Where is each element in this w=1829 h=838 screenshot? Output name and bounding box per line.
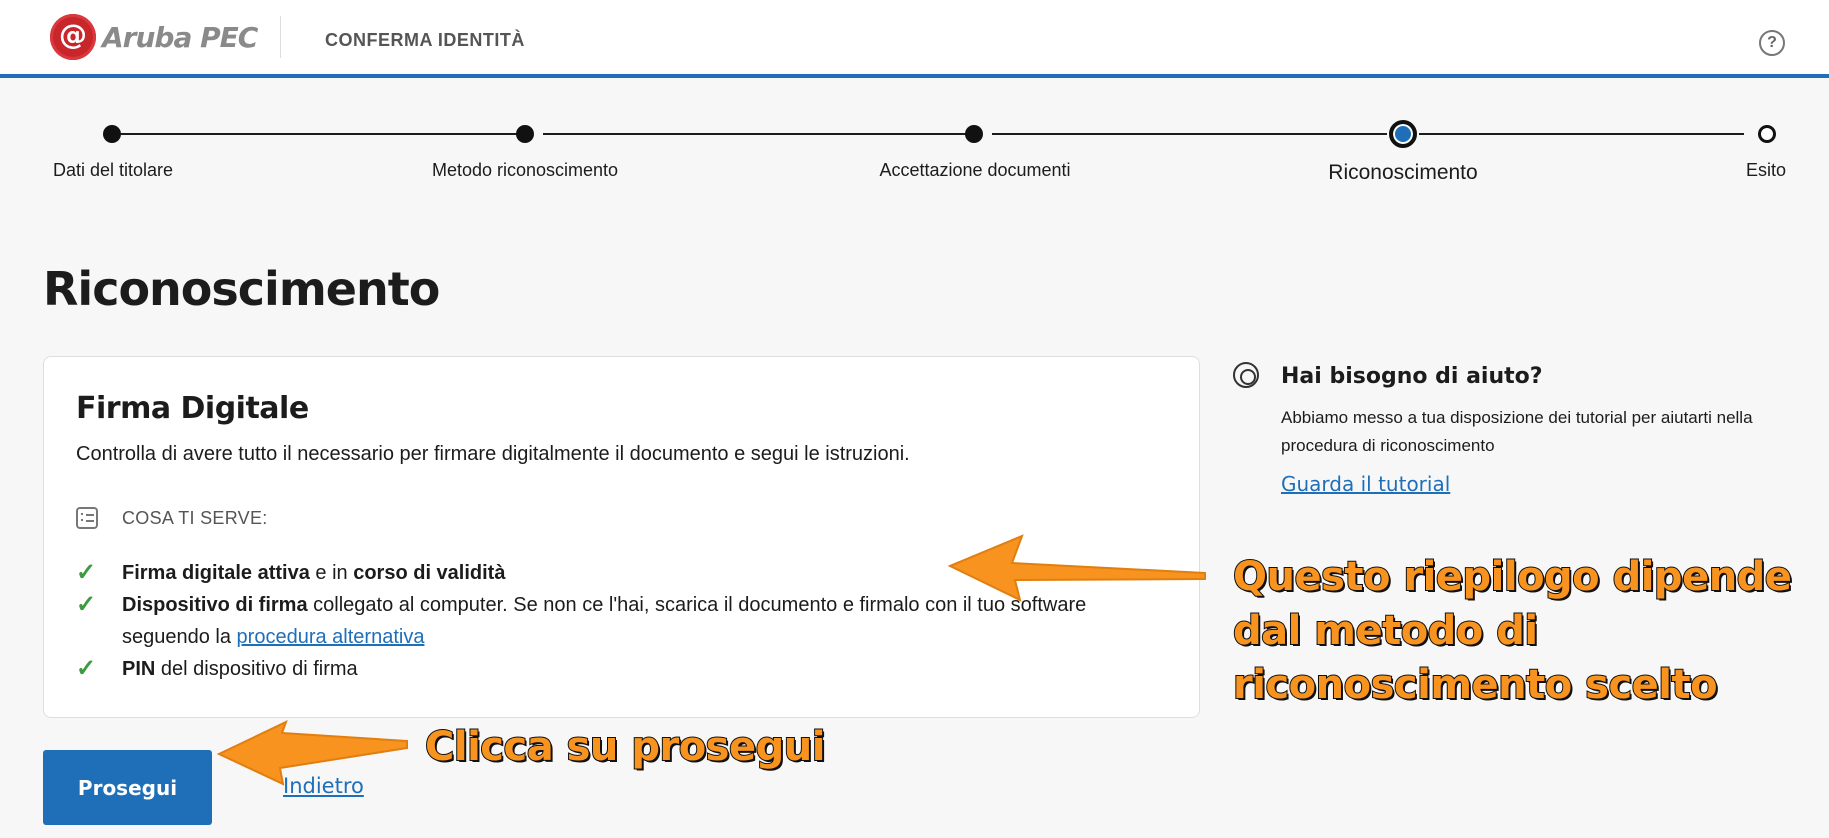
step-label: Esito (1745, 160, 1787, 180)
step-dot-done (516, 125, 534, 143)
step-connector (992, 133, 1387, 135)
needs-header: COSA TI SERVE: (76, 507, 268, 529)
needs-label: COSA TI SERVE: (122, 507, 268, 528)
requirement-text: PIN del dispositivo di firma (122, 658, 358, 680)
header-divider (280, 16, 281, 58)
requirement-item: ✓ PIN del dispositivo di firma (76, 653, 1172, 685)
back-link[interactable]: Indietro (283, 774, 364, 798)
step-label: Accettazione documenti (879, 160, 1071, 180)
annotation-continue-note: Clicca su prosegui (424, 723, 826, 771)
logo-text: Aruba PEC (102, 20, 258, 54)
requirement-text: Dispositivo di firma collegato al comput… (122, 594, 1087, 648)
annotation-summary-note: Questo riepilogo dipende dal metodo di r… (1232, 553, 1793, 709)
step-label: Metodo riconoscimento (431, 160, 619, 180)
continue-button[interactable]: Prosegui (43, 750, 212, 825)
header-title: CONFERMA IDENTITÀ (325, 30, 525, 50)
step-connector (121, 133, 518, 135)
app-header: @ Aruba PEC CONFERMA IDENTITÀ ? (0, 0, 1829, 78)
check-icon: ✓ (76, 591, 97, 618)
requirement-item: ✓ Dispositivo di firma collegato al comp… (76, 589, 1172, 653)
card-description: Controlla di avere tutto il necessario p… (76, 443, 910, 465)
requirement-text: Firma digitale attiva e in corso di vali… (122, 562, 506, 584)
tutorial-link[interactable]: Guarda il tutorial (1281, 472, 1450, 496)
step-dot-current (1389, 120, 1417, 148)
checklist-icon (76, 507, 98, 529)
step-dot-done (965, 125, 983, 143)
alternative-procedure-link[interactable]: procedura alternativa (237, 626, 425, 648)
help-title: Hai bisogno di aiuto? (1281, 364, 1543, 389)
help-icon[interactable]: ? (1759, 30, 1785, 56)
lifebuoy-icon (1233, 362, 1259, 388)
step-label: Dati del titolare (52, 160, 174, 180)
card-title: Firma Digitale (76, 391, 309, 426)
step-dot-todo (1758, 125, 1776, 143)
page-title: Riconoscimento (43, 262, 440, 316)
step-dot-done (103, 125, 121, 143)
help-text: Abbiamo messo a tua disposizione dei tut… (1281, 408, 1753, 455)
step-label-current: Riconoscimento (1328, 161, 1478, 184)
check-icon: ✓ (76, 559, 97, 586)
progress-stepper: Dati del titolare Metodo riconoscimento … (0, 120, 1829, 190)
logo-seal-icon: @ (50, 14, 96, 60)
step-connector (1419, 133, 1744, 135)
step-connector (543, 133, 966, 135)
aruba-pec-logo[interactable]: @ Aruba PEC (50, 14, 258, 60)
method-summary-card: Firma Digitale Controlla di avere tutto … (43, 356, 1200, 718)
requirement-item: ✓ Firma digitale attiva e in corso di va… (76, 557, 1172, 589)
check-icon: ✓ (76, 655, 97, 682)
